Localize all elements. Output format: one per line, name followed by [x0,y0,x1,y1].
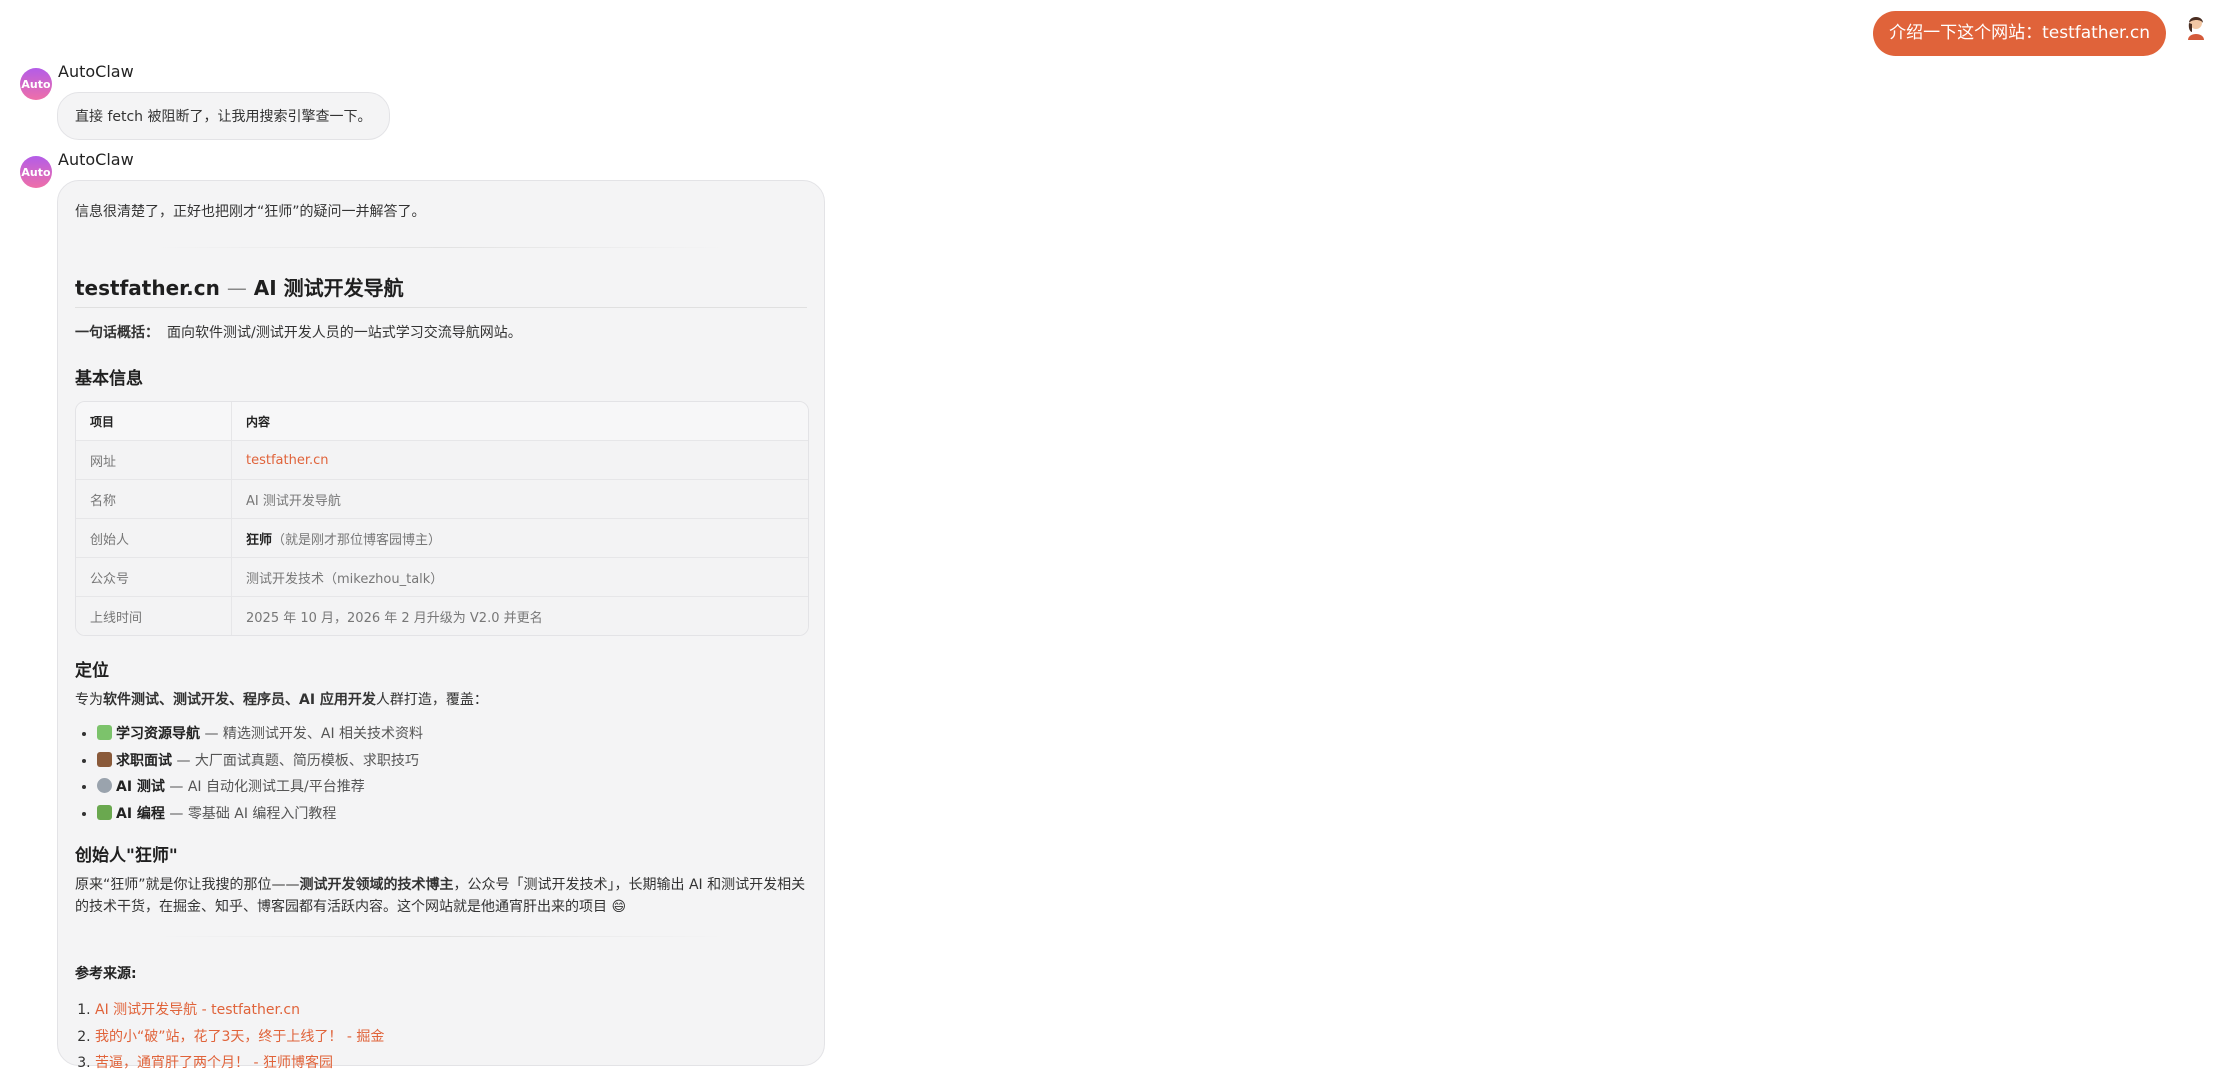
position-bold: 软件测试、测试开发、程序员、AI 应用开发 [103,692,376,708]
site-title: testfather.cn — AI 测试开发导航 [75,272,807,308]
feature-title: AI 编程 [116,805,165,822]
title-rest: AI 测试开发导航 [253,276,404,300]
divider [155,936,727,937]
summary-label: 一句话概括： [75,325,159,341]
position-pre: 专为 [75,692,103,708]
list-item: AI 测试开发导航 - testfather.cn [95,997,807,1024]
briefcase-icon [97,751,112,767]
table-cell-value: 2025 年 10 月，2026 年 2 月升级为 V2.0 并更名 [232,597,808,635]
reference-link[interactable]: 我的小“破”站，花了3天，终于上线了！ - 掘金 [95,1029,384,1045]
founder-pre: 原来“狂师”就是你让我搜的那位—— [75,877,300,893]
title-site: testfather.cn [75,276,220,300]
user-avatar [2181,11,2211,41]
summary: 一句话概括： 面向软件测试/测试开发人员的一站式学习交流导航网站。 [75,322,807,342]
sender-name: AutoClaw [58,61,134,81]
title-separator: — [226,276,247,300]
table-cell-value: 测试开发技术（mikezhou_talk） [232,558,808,597]
list-item: AI 测试 — AI 自动化测试工具/平台推荐 [97,774,807,801]
sender-name: AutoClaw [58,149,134,169]
founder-text: 原来“狂师”就是你让我搜的那位——测试开发领域的技术博主，公众号「测试开发技术」… [75,874,807,918]
assistant-avatar: Auto [20,68,52,100]
table-row: 公众号 测试开发技术（mikezhou_talk） [76,558,808,597]
list-item: 学习资源导航 — 精选测试开发、AI 相关技术资料 [97,721,807,748]
table-cell-key: 创始人 [76,519,232,558]
table-cell-key: 名称 [76,480,232,519]
feature-desc: — AI 自动化测试工具/平台推荐 [164,779,365,795]
user-message-row: 介绍一下这个网站：testfather.cn [1873,10,2212,56]
robot-icon [97,778,112,793]
intro-text: 信息很清楚了，正好也把刚才“狂师”的疑问一并解答了。 [75,204,426,220]
feature-desc: — 零基础 AI 编程入门教程 [164,805,337,822]
assistant-message: Auto AutoClaw 直接 fetch 被阻断了，让我用搜索引擎查一下。 [20,58,390,140]
founder-heading: 创始人"狂师" [75,846,178,866]
reference-link[interactable]: AI 测试开发导航 - testfather.cn [95,1002,300,1018]
table-cell-key: 上线时间 [76,597,232,635]
refs-heading: 参考来源: [75,966,137,982]
feature-title: AI 测试 [116,779,165,795]
table-row: 创始人 狂师（就是刚才那位博客园博主） [76,519,808,558]
table-header: 内容 [232,402,808,441]
reference-list: AI 测试开发导航 - testfather.cn 我的小“破”站，花了3天，终… [75,997,807,1077]
basic-info-heading: 基本信息 [75,369,143,389]
feature-desc: — 精选测试开发、AI 相关技术资料 [200,726,424,742]
table-row: 名称 AI 测试开发导航 [76,480,808,519]
list-item: AI 编程 — 零基础 AI 编程入门教程 [97,801,807,828]
feature-title: 求职面试 [116,752,172,769]
table-cell-key: 公众号 [76,558,232,597]
assistant-avatar: Auto [20,156,52,188]
position-heading: 定位 [75,661,109,681]
table-cell-value: testfather.cn [232,441,808,480]
founder-note: （就是刚才那位博客园博主） [272,532,442,548]
summary-text: 面向软件测试/测试开发人员的一站式学习交流导航网站。 [167,325,522,341]
site-link[interactable]: testfather.cn [246,453,329,468]
list-item: 苦逼，通宵肝了两个月！ - 狂师博客园 [95,1050,807,1077]
books-icon [97,725,112,740]
assistant-message: Auto AutoClaw 信息很清楚了，正好也把刚才“狂师”的疑问一并解答了。… [20,146,825,1071]
position-text: 专为软件测试、测试开发、程序员、AI 应用开发人群打造，覆盖： [75,689,807,711]
technologist-icon [97,804,112,820]
table-header: 项目 [76,402,232,441]
table-cell-value: 狂师（就是刚才那位博客园博主） [232,519,808,558]
feature-desc: — 大厂面试真题、简历模板、求职技巧 [172,752,419,769]
founder-bold: 测试开发领域的技术博主 [299,877,454,893]
table-row: 上线时间 2025 年 10 月，2026 年 2 月升级为 V2.0 并更名 [76,597,808,635]
table-row: 网址 testfather.cn [76,441,808,480]
user-message-bubble: 介绍一下这个网站：testfather.cn [1873,11,2166,56]
position-post: 人群打造，覆盖： [375,692,488,708]
info-table: 项目 内容 网址 testfather.cn 名称 AI 测试开发导航 创始人 … [75,401,809,636]
list-item: 求职面试 — 大厂面试真题、简历模板、求职技巧 [97,748,807,775]
table-cell-key: 网址 [76,441,232,480]
divider [155,247,727,248]
founder-name: 狂师 [246,532,273,548]
feature-list: 学习资源导航 — 精选测试开发、AI 相关技术资料 求职面试 — 大厂面试真题、… [75,721,807,827]
feature-title: 学习资源导航 [116,726,200,742]
message-bubble: 直接 fetch 被阻断了，让我用搜索引擎查一下。 [57,92,390,140]
list-item: 我的小“破”站，花了3天，终于上线了！ - 掘金 [95,1024,807,1051]
message-bubble: 信息很清楚了，正好也把刚才“狂师”的疑问一并解答了。 testfather.cn… [57,180,825,1071]
table-cell-value: AI 测试开发导航 [232,480,808,519]
